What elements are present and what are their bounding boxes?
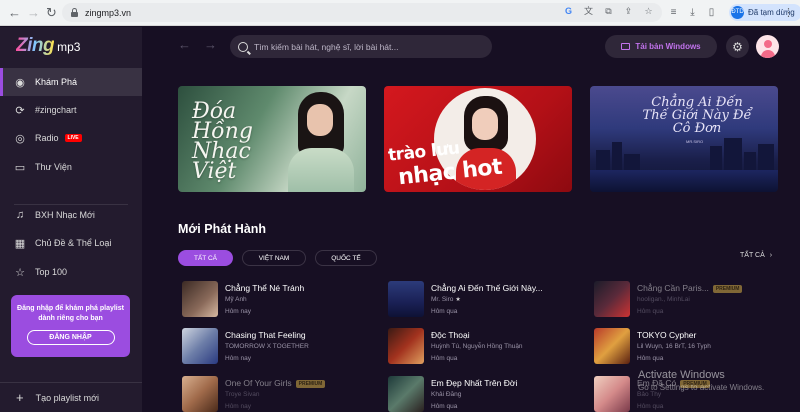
reading-list-icon[interactable]: ≡ bbox=[668, 7, 679, 18]
download-icon[interactable]: ⤓ bbox=[687, 7, 698, 18]
see-all-link[interactable]: TẤT CẢ › bbox=[740, 252, 772, 259]
back-icon[interactable]: ← bbox=[8, 6, 21, 19]
song-item[interactable]: Chasing That Feeling TOMORROW X TOGETHER… bbox=[178, 328, 374, 368]
song-item[interactable]: TOKYO Cypher Lil Wuyn, 16 BrT, 16 Typh H… bbox=[590, 328, 786, 368]
disc-icon: ◉ bbox=[15, 76, 25, 89]
user-avatar[interactable] bbox=[756, 35, 779, 58]
monitor-icon bbox=[621, 43, 631, 50]
url-text[interactable]: zingmp3.vn bbox=[85, 8, 131, 18]
song-item[interactable]: Độc Thoại Huỳnh Tú, Nguyễn Hồng Thuận Hô… bbox=[384, 328, 580, 368]
forward-arrow-icon[interactable]: → bbox=[204, 37, 217, 52]
song-item[interactable]: Chẳng Ai Đến Thế Giới Này... Mr. Siro ★ H… bbox=[384, 281, 580, 321]
bookmark-star-icon[interactable]: ☆ bbox=[643, 6, 654, 17]
browser-nav: ← → ↻ bbox=[0, 6, 64, 19]
song-thumbnail[interactable] bbox=[594, 281, 630, 317]
new-playlist-button[interactable]: + Tạo playlist mới bbox=[0, 382, 142, 412]
chevron-right-icon: › bbox=[769, 252, 773, 259]
address-bar[interactable]: zingmp3.vn G 文 ⧉ ⇪ ☆ bbox=[62, 3, 662, 22]
song-item[interactable]: One Of Your Girls PREMIUM Troye Sivan Hôm… bbox=[178, 376, 374, 412]
open-app-icon[interactable]: ⧉ bbox=[603, 6, 614, 17]
song-thumbnail[interactable] bbox=[182, 281, 218, 317]
banner-title: Đóa Hồng Nhạc Việt bbox=[192, 99, 253, 184]
star-icon: ☆ bbox=[15, 266, 25, 279]
activate-windows-subtitle: Go to Settings to activate Windows. bbox=[638, 383, 765, 392]
banner-artist-image bbox=[274, 86, 366, 192]
sidebar-item-zingchart[interactable]: ⟳ #zingchart bbox=[0, 96, 142, 124]
google-icon[interactable]: G bbox=[563, 6, 574, 17]
song-thumbnail[interactable] bbox=[388, 281, 424, 317]
song-thumbnail[interactable] bbox=[594, 328, 630, 364]
login-promo: Đăng nhập để khám phá playlist dành riên… bbox=[11, 295, 130, 357]
banner-dua-hong-nhac-viet[interactable]: Đóa Hồng Nhạc Việt bbox=[178, 86, 366, 192]
song-thumbnail[interactable] bbox=[388, 328, 424, 364]
banner-trao-luu-nhac-hot[interactable]: trào lưu nhạc hot bbox=[384, 86, 572, 192]
download-windows-button[interactable]: Tải bản Windows bbox=[605, 35, 717, 58]
song-thumbnail[interactable] bbox=[182, 376, 218, 412]
sidepanel-icon[interactable]: ▯ bbox=[706, 7, 717, 18]
sidebar-item-top100[interactable]: ☆ Top 100 bbox=[0, 258, 142, 286]
back-arrow-icon[interactable]: ← bbox=[178, 37, 191, 52]
login-button[interactable]: ĐĂNG NHẬP bbox=[26, 330, 115, 345]
sidebar-item-radio[interactable]: ◎ Radio LIVE bbox=[0, 124, 142, 152]
song-item[interactable]: Em Đẹp Nhất Trên Đời Khải Đăng Hôm qua bbox=[384, 376, 580, 412]
plus-icon: + bbox=[16, 390, 24, 405]
section-title: Mới Phát Hành bbox=[178, 222, 267, 236]
sidebar-item-library[interactable]: ▭ Thư Viện bbox=[0, 153, 142, 181]
reload-icon[interactable]: ↻ bbox=[46, 6, 57, 19]
tab-international[interactable]: QUỐC TẾ bbox=[315, 250, 377, 266]
star-icon: ★ bbox=[455, 297, 461, 303]
radio-icon: ◎ bbox=[15, 132, 25, 145]
login-message: Đăng nhập để khám phá playlist dành riên… bbox=[17, 305, 124, 322]
song-item[interactable]: Chẳng Thể Né Tránh Mỹ Anh Hôm nay bbox=[178, 281, 374, 321]
search-icon bbox=[238, 41, 248, 52]
song-item[interactable]: Chẳng Cần Paris... PREMIUM hooligan., Min… bbox=[590, 281, 786, 321]
banner-chang-ai-den[interactable]: Chẳng Ai Đến Thế Giới Này Để Cô Đơn MR.S… bbox=[590, 86, 778, 192]
top-header: ← → Tải bản Windows ⚙ bbox=[142, 27, 800, 67]
song-thumbnail[interactable] bbox=[594, 376, 630, 412]
search-input[interactable] bbox=[254, 41, 484, 52]
sidebar-item-discover[interactable]: ◉ Khám Phá bbox=[0, 68, 142, 96]
zing-logo[interactable]: Zing mp3 bbox=[16, 35, 80, 57]
chart-line-icon: ⟳ bbox=[15, 104, 25, 117]
music-note-icon: ♫ bbox=[15, 209, 25, 221]
tab-all[interactable]: TẤT CẢ bbox=[178, 250, 233, 266]
translate-icon[interactable]: 文 bbox=[583, 6, 594, 17]
song-thumbnail[interactable] bbox=[182, 328, 218, 364]
settings-gear-icon[interactable]: ⚙ bbox=[726, 35, 749, 58]
more-menu-icon[interactable]: ⋮ bbox=[783, 6, 794, 19]
category-icon: ▦ bbox=[14, 237, 26, 250]
song-thumbnail[interactable] bbox=[388, 376, 424, 412]
activate-windows-title: Activate Windows bbox=[638, 369, 725, 381]
search-bar[interactable] bbox=[230, 35, 492, 58]
lock-icon[interactable] bbox=[70, 8, 79, 17]
live-badge: LIVE bbox=[64, 134, 82, 142]
premium-badge: PREMIUM bbox=[712, 285, 743, 293]
forward-icon[interactable]: → bbox=[27, 6, 40, 19]
sidebar-item-new-chart[interactable]: ♫ BXH Nhạc Mới bbox=[0, 201, 142, 229]
banner-title: Chẳng Ai Đến Thế Giới Này Để Cô Đơn bbox=[642, 95, 752, 136]
premium-badge: PREMIUM bbox=[295, 380, 326, 388]
sidebar: Zing mp3 ◉ Khám Phá ⟳ #zingchart ◎ Radio… bbox=[0, 27, 142, 412]
browser-toolbar: ← → ↻ zingmp3.vn G 文 ⧉ ⇪ ☆ ≡ ⤓ ▯ ĐTD Đã … bbox=[0, 0, 800, 26]
tab-vietnam[interactable]: VIỆT NAM bbox=[242, 250, 306, 266]
profile-avatar: ĐTD bbox=[731, 6, 744, 19]
song-item[interactable]: Em Đã Có PREMIUM Bảo Thy Hôm qua bbox=[590, 376, 786, 412]
sidebar-item-genres[interactable]: ▦ Chủ Đề & Thể Loại bbox=[0, 229, 142, 257]
banner-cityscape bbox=[590, 136, 778, 172]
library-icon: ▭ bbox=[14, 161, 26, 174]
share-icon[interactable]: ⇪ bbox=[623, 6, 634, 17]
